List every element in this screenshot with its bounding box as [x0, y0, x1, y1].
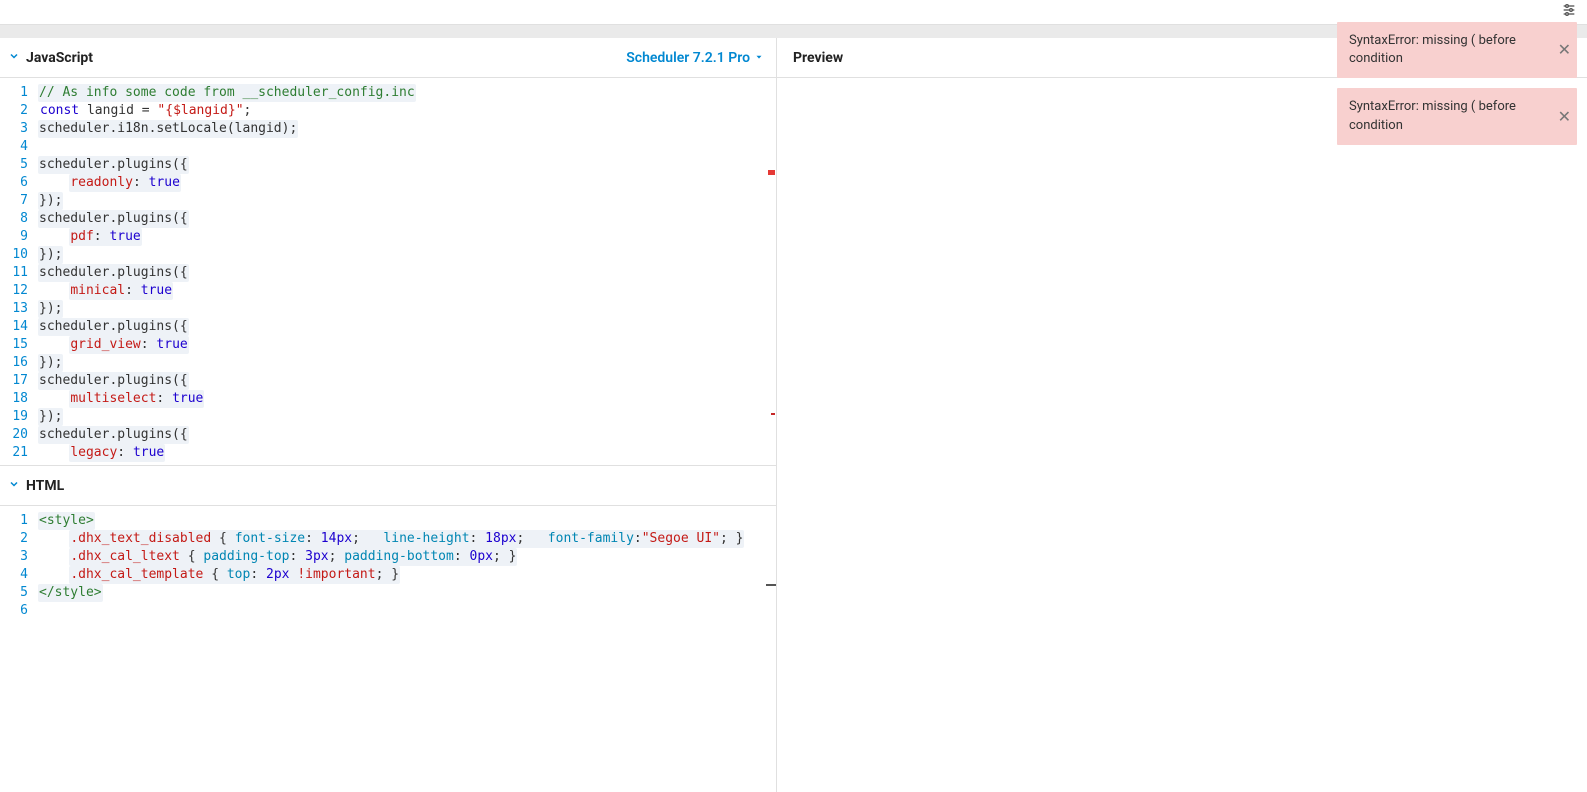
line-number: 11 — [0, 264, 28, 282]
toast-message: SyntaxError: missing ( before condition — [1349, 33, 1516, 66]
code-line[interactable]: grid_view: true — [38, 336, 776, 354]
code-line[interactable]: }); — [38, 354, 776, 372]
code-line[interactable]: multiselect: true — [38, 390, 776, 408]
line-number: 20 — [0, 426, 28, 444]
js-code-area[interactable]: // As info some code from __scheduler_co… — [38, 78, 776, 465]
editor-column: JavaScript Scheduler 7.2.1 Pro 123456789… — [0, 38, 777, 792]
js-panel-header: JavaScript Scheduler 7.2.1 Pro — [0, 38, 776, 78]
html-code-area[interactable]: <style> .dhx_text_disabled { font-size: … — [38, 506, 776, 792]
code-line[interactable]: }); — [38, 408, 776, 426]
caret-down-icon — [754, 50, 764, 66]
code-line[interactable]: .dhx_cal_template { top: 2px !important;… — [38, 566, 776, 584]
code-line[interactable] — [38, 138, 776, 156]
code-line[interactable]: scheduler.plugins({ — [38, 318, 776, 336]
line-number: 1 — [0, 84, 28, 102]
line-number: 9 — [0, 228, 28, 246]
line-number: 8 — [0, 210, 28, 228]
preview-panel-title: Preview — [785, 50, 843, 66]
code-line[interactable]: scheduler.plugins({ — [38, 156, 776, 174]
code-line[interactable]: .dhx_cal_ltext { padding-top: 3px; paddi… — [38, 548, 776, 566]
line-number: 4 — [0, 138, 28, 156]
line-number: 3 — [0, 120, 28, 138]
line-number: 10 — [0, 246, 28, 264]
code-line[interactable]: scheduler.plugins({ — [38, 264, 776, 282]
js-panel-title: JavaScript — [26, 50, 93, 66]
line-number: 15 — [0, 336, 28, 354]
line-number: 6 — [0, 602, 28, 620]
line-number: 6 — [0, 174, 28, 192]
code-line[interactable]: }); — [38, 300, 776, 318]
error-markers — [767, 78, 775, 465]
line-number: 18 — [0, 390, 28, 408]
html-panel-header: HTML — [0, 466, 776, 506]
line-number: 19 — [0, 408, 28, 426]
code-line[interactable]: }); — [38, 192, 776, 210]
settings-icon[interactable] — [1561, 2, 1577, 22]
preview-area — [777, 78, 1587, 792]
line-number: 2 — [0, 102, 28, 120]
line-number: 16 — [0, 354, 28, 372]
toast-message: SyntaxError: missing ( before condition — [1349, 99, 1516, 132]
preview-column: Preview — [777, 38, 1587, 792]
toast-container: SyntaxError: missing ( before condition ✕… — [1337, 22, 1577, 145]
line-number: 12 — [0, 282, 28, 300]
chevron-down-icon[interactable] — [8, 478, 20, 494]
line-number: 5 — [0, 584, 28, 602]
line-number: 3 — [0, 548, 28, 566]
code-line[interactable] — [38, 602, 776, 620]
pane-resize-handle[interactable] — [766, 584, 776, 586]
line-number: 7 — [0, 192, 28, 210]
code-line[interactable]: <style> — [38, 512, 776, 530]
line-number: 14 — [0, 318, 28, 336]
error-marker[interactable] — [768, 170, 775, 175]
code-line[interactable]: readonly: true — [38, 174, 776, 192]
version-label: Scheduler 7.2.1 Pro — [626, 50, 750, 66]
line-number: 13 — [0, 300, 28, 318]
error-toast: SyntaxError: missing ( before condition ✕ — [1337, 22, 1577, 78]
line-number: 5 — [0, 156, 28, 174]
code-line[interactable]: scheduler.i18n.setLocale(langid); — [38, 120, 776, 138]
code-line[interactable]: scheduler.plugins({ — [38, 426, 776, 444]
js-gutter: 123456789101112131415161718192021 — [0, 78, 38, 465]
line-number: 1 — [0, 512, 28, 530]
line-number: 21 — [0, 444, 28, 462]
html-editor[interactable]: 123456 <style> .dhx_text_disabled { font… — [0, 506, 776, 792]
code-line[interactable]: scheduler.plugins({ — [38, 210, 776, 228]
error-toast: SyntaxError: missing ( before condition ✕ — [1337, 88, 1577, 144]
code-line[interactable]: </style> — [38, 584, 776, 602]
js-editor[interactable]: 123456789101112131415161718192021 // As … — [0, 78, 776, 465]
close-icon[interactable]: ✕ — [1558, 39, 1571, 61]
close-icon[interactable]: ✕ — [1558, 105, 1571, 127]
code-line[interactable]: scheduler.plugins({ — [38, 372, 776, 390]
code-line[interactable]: pdf: true — [38, 228, 776, 246]
chevron-down-icon[interactable] — [8, 50, 20, 66]
html-gutter: 123456 — [0, 506, 38, 792]
code-line[interactable]: legacy: true — [38, 444, 776, 462]
javascript-panel: JavaScript Scheduler 7.2.1 Pro 123456789… — [0, 38, 776, 466]
html-panel: HTML 123456 <style> .dhx_text_disabled {… — [0, 466, 776, 792]
version-selector[interactable]: Scheduler 7.2.1 Pro — [626, 50, 764, 66]
html-panel-title: HTML — [26, 478, 64, 494]
line-number: 17 — [0, 372, 28, 390]
code-line[interactable]: const langid = "{$langid}"; — [38, 102, 776, 120]
line-number: 2 — [0, 530, 28, 548]
line-number: 4 — [0, 566, 28, 584]
code-line[interactable]: // As info some code from __scheduler_co… — [38, 84, 776, 102]
code-line[interactable]: }); — [38, 246, 776, 264]
error-marker[interactable] — [771, 413, 775, 415]
code-line[interactable]: minical: true — [38, 282, 776, 300]
code-line[interactable]: .dhx_text_disabled { font-size: 14px; li… — [38, 530, 776, 548]
